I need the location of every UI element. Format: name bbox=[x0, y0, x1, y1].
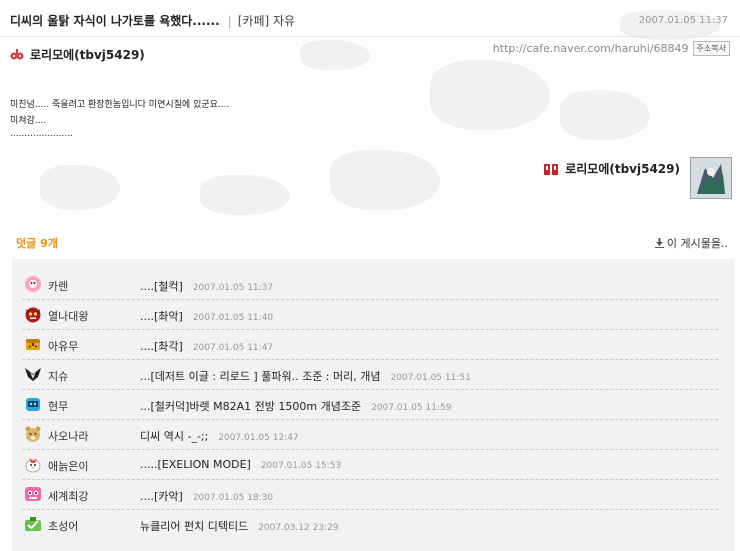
pink-flower-avatar-icon bbox=[25, 276, 41, 292]
comment-text: 디씨 역시 -_-;; bbox=[140, 430, 209, 443]
comment-row: 열나대왕 ....[촤악] 2007.01.05 11:40 bbox=[22, 299, 718, 330]
comment-row: 현무 ...[철커덕]바렛 M82A1 전방 1500m 개념조준 2007.01… bbox=[22, 389, 718, 420]
comment-author[interactable]: 현무 bbox=[48, 398, 68, 414]
download-arrow-icon bbox=[654, 238, 664, 248]
blue-creature-avatar-icon bbox=[26, 398, 40, 411]
author-avatar-icon bbox=[691, 158, 731, 198]
author-row: 로리모에(tbvj5429) bbox=[10, 46, 145, 63]
comment-author[interactable]: 아유무 bbox=[48, 338, 78, 354]
post-date: 2007.01.05 11:37 bbox=[638, 15, 728, 26]
author-nickname[interactable]: 로리모에(tbvj5429) bbox=[30, 46, 145, 63]
signature-level-icon bbox=[544, 163, 559, 175]
comment-time: 2007.01.05 11:40 bbox=[192, 313, 274, 323]
post-body-line: 미쳐감.... bbox=[10, 116, 47, 126]
comment-text: 뉴클리어 펀치 디텍티드 bbox=[140, 520, 249, 533]
comment-author[interactable]: 사오나라 bbox=[48, 428, 88, 444]
comment-row: 아유무 ....[촤각] 2007.01.05 11:47 bbox=[22, 329, 718, 360]
comments-count: 9개 bbox=[40, 237, 58, 250]
comment-time: 2007.01.05 15:53 bbox=[260, 461, 342, 471]
comment-author[interactable]: 초성어 bbox=[48, 518, 78, 534]
post-title: 디씨의 울탉 자식이 나가토를 욕했다...... bbox=[10, 14, 220, 28]
comment-row: 세계최강 ....[카악] 2007.01.05 18:30 bbox=[22, 479, 718, 510]
comment-time: 2007.01.05 11:51 bbox=[390, 373, 471, 383]
comments-header: 덧글 9개 bbox=[16, 235, 58, 251]
comment-row: 사오나라 디씨 역시 -_-;; 2007.01.05 12:47 bbox=[22, 419, 718, 450]
copy-address-button[interactable]: 주소복사 bbox=[692, 41, 730, 56]
green-check-avatar-icon bbox=[25, 517, 41, 531]
comment-time: 2007.01.05 11:59 bbox=[371, 403, 452, 413]
comment-text: ....[철컥] bbox=[140, 280, 183, 293]
white-bird-avatar-icon bbox=[25, 458, 41, 473]
comments-label: 덧글 bbox=[16, 237, 37, 250]
comment-row: 카렌 ....[철컥] 2007.01.05 11:37 bbox=[22, 269, 718, 300]
comment-time: 2007.03.12 23:29 bbox=[258, 523, 339, 533]
signature-row: 로리모에(tbvj5429) bbox=[543, 160, 680, 177]
post-title-line: 디씨의 울탉 자식이 나가토를 욕했다...... | [카페] 자유 bbox=[10, 12, 295, 29]
comment-time: 2007.01.05 11:47 bbox=[192, 343, 274, 353]
comment-text: ....[카악] bbox=[140, 490, 183, 503]
comment-row: 애늙은이 .....[EXELION MODE] 2007.01.05 15:53 bbox=[22, 449, 718, 480]
treasure-chest-avatar-icon bbox=[26, 339, 40, 350]
comment-text: ....[촤악] bbox=[140, 310, 183, 323]
bear-avatar-icon bbox=[25, 426, 41, 442]
signature-nickname[interactable]: 로리모에(tbvj5429) bbox=[565, 160, 680, 177]
comment-text: .....[EXELION MODE] bbox=[140, 458, 251, 471]
comment-author[interactable]: 열나대왕 bbox=[48, 308, 88, 324]
comment-author[interactable]: 지슈 bbox=[48, 368, 68, 384]
comment-row: 지슈 ...[데저트 이글 : 리로드 ] 풀파워.. 조준 : 머리, 개념 2… bbox=[22, 359, 718, 390]
comment-text: ....[촤각] bbox=[140, 340, 183, 353]
comment-time: 2007.01.05 12:47 bbox=[218, 433, 299, 443]
post-category-link[interactable]: [카페] 자유 bbox=[238, 14, 295, 28]
comment-row: 초성어 뉴클리어 펀치 디텍티드 2007.03.12 23:29 bbox=[22, 509, 718, 539]
comment-time: 2007.01.05 11:37 bbox=[192, 283, 274, 293]
post-body-line: 미친넘..... 죽을려고 환장한놈입니다 미연시질에 있군요.... bbox=[10, 100, 230, 110]
comment-author[interactable]: 카렌 bbox=[48, 278, 68, 294]
author-avatar[interactable] bbox=[690, 157, 732, 199]
post-list-link[interactable]: 이 게시물을.. bbox=[654, 235, 728, 251]
comment-author[interactable]: 애늙은이 bbox=[48, 458, 88, 474]
comment-text: ...[데저트 이글 : 리로드 ] 풀파워.. 조준 : 머리, 개념 bbox=[140, 370, 381, 383]
red-demon-avatar-icon bbox=[25, 307, 41, 323]
post-list-link-label: 이 게시물을.. bbox=[666, 237, 728, 250]
black-bird-avatar-icon bbox=[25, 368, 41, 381]
post-header: 디씨의 울탉 자식이 나가토를 욕했다...... | [카페] 자유 2007.0… bbox=[0, 0, 740, 37]
post-url[interactable]: http://cafe.naver.com/haruhi/68849 bbox=[493, 42, 689, 55]
title-separator: | bbox=[227, 14, 232, 28]
author-level-icon bbox=[10, 48, 24, 59]
post-url-row: http://cafe.naver.com/haruhi/68849 주소복사 bbox=[493, 41, 730, 56]
pink-skull-avatar-icon bbox=[25, 487, 41, 501]
comment-time: 2007.01.05 18:30 bbox=[192, 493, 274, 503]
comment-author[interactable]: 세계최강 bbox=[48, 488, 88, 504]
post-body-line: ...................... bbox=[10, 129, 73, 139]
comment-text: ...[철커덕]바렛 M82A1 전방 1500m 개념조준 bbox=[140, 400, 362, 413]
